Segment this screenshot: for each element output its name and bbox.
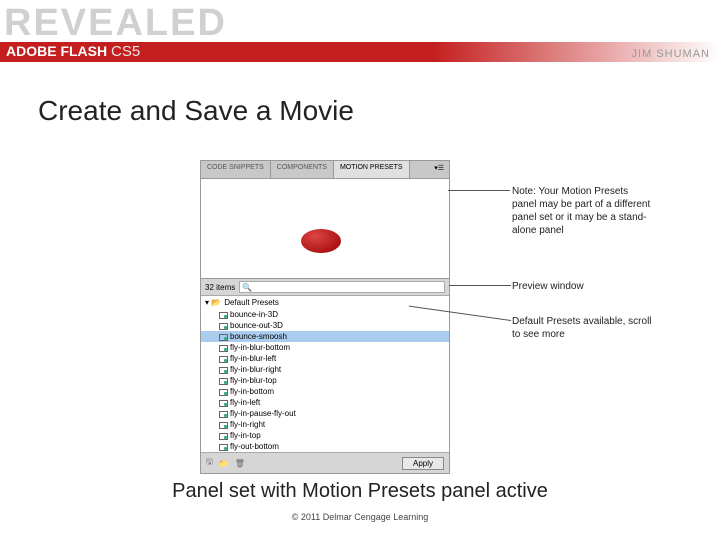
author-name: JIM SHUMAN: [632, 48, 710, 60]
figure-caption: Panel set with Motion Presets panel acti…: [0, 480, 720, 503]
motion-preset-icon: [219, 355, 227, 363]
preset-item[interactable]: fly-in-blur-right: [201, 364, 449, 375]
motion-preset-icon: [219, 322, 227, 330]
new-folder-icon[interactable]: 📁: [219, 459, 229, 468]
delete-icon[interactable]: 🗑: [235, 459, 245, 468]
motion-preset-icon: [219, 344, 227, 352]
callout-leader-line: [449, 285, 511, 286]
folder-label: Default Presets: [224, 298, 279, 307]
motion-preset-icon: [219, 388, 227, 396]
preview-ball-graphic: [301, 229, 341, 253]
preset-item[interactable]: fly-in-blur-top: [201, 375, 449, 386]
preview-window: [201, 179, 449, 279]
items-toolbar: 32 items 🔍: [201, 279, 449, 296]
motion-preset-icon: [219, 399, 227, 407]
items-count-label: 32 items: [205, 283, 235, 292]
tab-motion-presets[interactable]: MOTION PRESETS: [334, 161, 410, 178]
callout-leader-line: [448, 190, 510, 191]
preset-item[interactable]: fly-in-top: [201, 430, 449, 441]
preset-item[interactable]: bounce-smoosh: [201, 331, 449, 342]
search-icon: 🔍: [242, 283, 252, 292]
preset-list: ▾ 📂 Default Presets bounce-in-3D bounce-…: [201, 296, 449, 452]
preset-item[interactable]: fly-in-left: [201, 397, 449, 408]
panel-footer: 🖫 📁 🗑 Apply: [201, 452, 449, 473]
product-name: FLASH: [60, 43, 107, 59]
preset-item[interactable]: fly-in-blur-bottom: [201, 342, 449, 353]
motion-preset-icon: [219, 443, 227, 451]
product-version: CS5: [111, 43, 140, 60]
motion-preset-icon: [219, 333, 227, 341]
product-prefix: ADOBE: [6, 43, 57, 59]
product-title: ADOBE FLASH CS5: [6, 43, 140, 60]
tab-components[interactable]: COMPONENTS: [271, 161, 334, 178]
copyright-text: © 2011 Delmar Cengage Learning: [0, 512, 720, 522]
motion-preset-icon: [219, 421, 227, 429]
preset-item[interactable]: fly-in-right: [201, 419, 449, 430]
page-title: Create and Save a Movie: [38, 95, 354, 127]
panel-tabs: CODE SNIPPETS COMPONENTS MOTION PRESETS …: [201, 161, 449, 179]
callout-preview: Preview window: [512, 280, 652, 293]
motion-preset-icon: [219, 377, 227, 385]
book-header: REVEALED ADOBE FLASH CS5 JIM SHUMAN: [0, 0, 720, 70]
preset-item[interactable]: bounce-out-3D: [201, 320, 449, 331]
search-input[interactable]: 🔍: [239, 281, 445, 293]
motion-preset-icon: [219, 366, 227, 374]
brand-word: REVEALED: [4, 2, 227, 45]
preset-item[interactable]: fly-in-pause-fly-out: [201, 408, 449, 419]
preset-item[interactable]: fly-in-bottom: [201, 386, 449, 397]
preset-item[interactable]: fly-out-bottom: [201, 441, 449, 452]
motion-preset-icon: [219, 432, 227, 440]
callout-defaults: Default Presets available, scroll to see…: [512, 315, 652, 341]
panel-menu-icon[interactable]: ▾☰: [429, 161, 449, 178]
callout-note: Note: Your Motion Presets panel may be p…: [512, 185, 652, 237]
motion-presets-panel: CODE SNIPPETS COMPONENTS MOTION PRESETS …: [200, 160, 450, 474]
save-preset-icon[interactable]: 🖫: [206, 456, 213, 470]
motion-preset-icon: [219, 410, 227, 418]
preset-item[interactable]: bounce-in-3D: [201, 309, 449, 320]
folder-open-icon: ▾ 📂: [205, 298, 221, 307]
preset-item[interactable]: fly-in-blur-left: [201, 353, 449, 364]
apply-button[interactable]: Apply: [402, 457, 444, 470]
tab-code-snippets[interactable]: CODE SNIPPETS: [201, 161, 271, 178]
motion-preset-icon: [219, 311, 227, 319]
